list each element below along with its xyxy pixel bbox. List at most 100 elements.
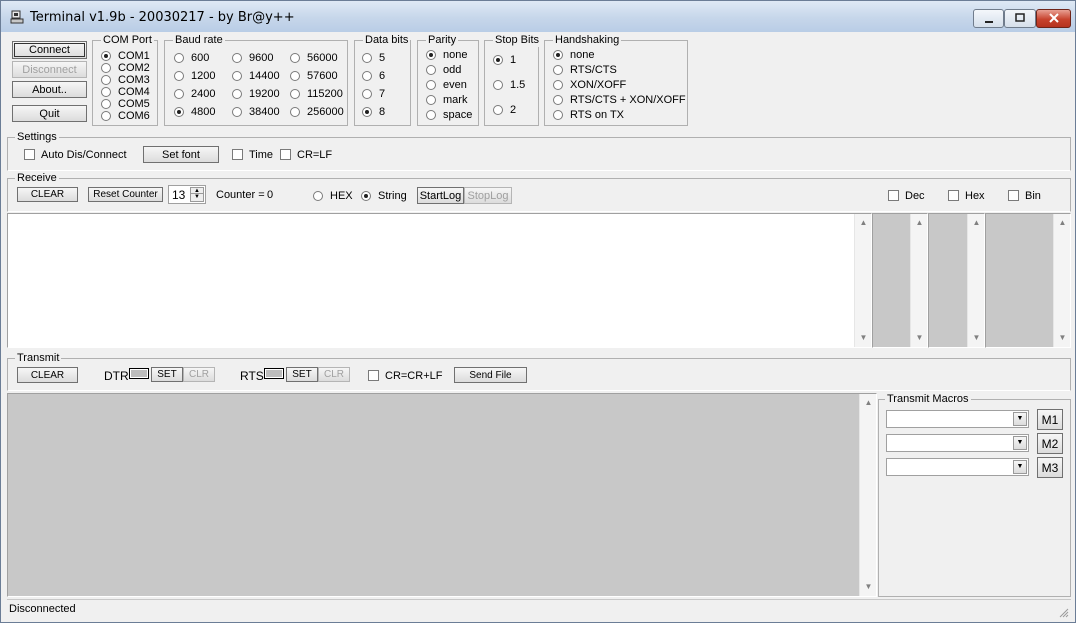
radio-baud-14400[interactable]: 14400	[232, 70, 280, 83]
macro-m3-button[interactable]: M3	[1037, 457, 1063, 478]
transmit-text-area[interactable]: ▲ ▼	[7, 393, 877, 597]
baud-rate-group: Baud rate 600 1200 2400 4800 9600 14400 …	[164, 34, 348, 126]
transmit-clear-button[interactable]: CLEAR	[17, 367, 78, 383]
radio-stopbits-1-5[interactable]: 1.5	[493, 79, 525, 92]
macro-1-combobox[interactable]: ▼	[886, 410, 1029, 428]
radio-stopbits-1[interactable]: 1	[493, 54, 516, 67]
receive-hex-area[interactable]: ▲ ▼	[928, 213, 985, 348]
dec-checkbox[interactable]: Dec	[888, 190, 925, 203]
radio-parity-odd[interactable]: odd	[426, 64, 461, 77]
bin-checkbox[interactable]: Bin	[1008, 190, 1041, 203]
scroll-down-icon[interactable]: ▼	[860, 581, 877, 593]
radio-databits-5[interactable]: 5	[362, 52, 385, 65]
radio-parity-none[interactable]: none	[426, 49, 467, 62]
receive-bin-area[interactable]: ▲ ▼	[985, 213, 1071, 348]
macro-3-combobox[interactable]: ▼	[886, 458, 1029, 476]
chevron-down-icon[interactable]: ▼	[1013, 436, 1027, 450]
radio-handshake-rts-on-tx[interactable]: RTS on TX	[553, 109, 624, 122]
rts-clr-button[interactable]: CLR	[318, 367, 350, 382]
macro-2-combobox[interactable]: ▼	[886, 434, 1029, 452]
dtr-set-button[interactable]: SET	[151, 367, 183, 382]
scroll-down-icon[interactable]: ▼	[968, 332, 985, 344]
radio-databits-6[interactable]: 6	[362, 70, 385, 83]
radio-baud-1200[interactable]: 1200	[174, 70, 215, 83]
auto-dis-connect-checkbox[interactable]: Auto Dis/Connect	[24, 149, 127, 162]
app-icon	[10, 10, 24, 24]
parity-group: Parity none odd even mark space	[417, 34, 479, 126]
macro-m2-button[interactable]: M2	[1037, 433, 1063, 454]
connect-button[interactable]: Connect	[12, 41, 87, 59]
radio-baud-9600[interactable]: 9600	[232, 52, 273, 65]
chevron-down-icon[interactable]: ▼	[1013, 460, 1027, 474]
scroll-up-icon[interactable]: ▲	[968, 217, 985, 229]
scroll-up-icon[interactable]: ▲	[860, 397, 877, 409]
resize-grip-icon[interactable]	[1057, 606, 1069, 618]
cr-lf-checkbox[interactable]: CR=LF	[280, 149, 332, 162]
radio-handshake-xon-xoff[interactable]: XON/XOFF	[553, 79, 626, 92]
about-button[interactable]: About..	[12, 81, 87, 98]
counter-spin-value: 13	[172, 188, 186, 202]
radio-baud-115200[interactable]: 115200	[290, 88, 343, 101]
cr-crlf-checkbox[interactable]: CR=CR+LF	[368, 370, 442, 383]
hex-checkbox[interactable]: Hex	[948, 190, 985, 203]
reset-counter-button[interactable]: Reset Counter	[88, 187, 163, 202]
radio-baud-2400[interactable]: 2400	[174, 88, 215, 101]
scroll-up-icon[interactable]: ▲	[855, 217, 872, 229]
maximize-icon	[1015, 13, 1025, 22]
transmit-legend: Transmit	[15, 352, 62, 364]
maximize-button[interactable]	[1004, 9, 1036, 28]
hex-scrollbar[interactable]: ▲ ▼	[967, 214, 984, 347]
title-bar[interactable]: Terminal v1.9b - 20030217 - by Br@y++	[1, 1, 1075, 32]
receive-clear-button[interactable]: CLEAR	[17, 187, 78, 202]
radio-parity-mark[interactable]: mark	[426, 94, 467, 107]
receive-dec-area[interactable]: ▲ ▼	[872, 213, 928, 348]
radio-baud-56000[interactable]: 56000	[290, 52, 338, 65]
stop-bits-legend: Stop Bits	[493, 34, 542, 47]
radio-hex-mode[interactable]: HEX	[313, 190, 353, 203]
radio-string-mode[interactable]: String	[361, 190, 407, 203]
start-log-button[interactable]: StartLog	[417, 187, 464, 204]
disconnect-button[interactable]: Disconnect	[12, 61, 87, 78]
scroll-up-icon[interactable]: ▲	[911, 217, 928, 229]
receive-scrollbar[interactable]: ▲ ▼	[854, 214, 871, 347]
radio-stopbits-2[interactable]: 2	[493, 104, 516, 117]
dtr-clr-button[interactable]: CLR	[183, 367, 215, 382]
scroll-up-icon[interactable]: ▲	[1054, 217, 1071, 229]
chevron-down-icon[interactable]: ▼	[1013, 412, 1027, 426]
macro-m1-button[interactable]: M1	[1037, 409, 1063, 430]
scroll-down-icon[interactable]: ▼	[1054, 332, 1071, 344]
radio-baud-38400[interactable]: 38400	[232, 106, 280, 119]
radio-baud-256000[interactable]: 256000	[290, 106, 344, 119]
radio-baud-19200[interactable]: 19200	[232, 88, 280, 101]
close-icon	[1048, 13, 1059, 23]
radio-baud-4800[interactable]: 4800	[174, 106, 215, 119]
counter-spinbox[interactable]: 13 ▲ ▼	[168, 185, 206, 204]
set-font-button[interactable]: Set font	[143, 146, 219, 163]
radio-databits-7[interactable]: 7	[362, 88, 385, 101]
spin-down-icon[interactable]: ▼	[190, 193, 204, 202]
radio-parity-space[interactable]: space	[426, 109, 472, 122]
dec-scrollbar[interactable]: ▲ ▼	[910, 214, 927, 347]
stop-log-button[interactable]: StopLog	[464, 187, 512, 204]
radio-handshake-none[interactable]: none	[553, 49, 594, 62]
scroll-down-icon[interactable]: ▼	[911, 332, 928, 344]
scroll-down-icon[interactable]: ▼	[855, 332, 872, 344]
radio-baud-600[interactable]: 600	[174, 52, 209, 65]
bin-scrollbar[interactable]: ▲ ▼	[1053, 214, 1070, 347]
dtr-label: DTR	[104, 369, 129, 383]
transmit-scrollbar[interactable]: ▲ ▼	[859, 394, 876, 596]
receive-text-area[interactable]: ▲ ▼	[7, 213, 872, 348]
rts-set-button[interactable]: SET	[286, 367, 318, 382]
counter-value: 0	[267, 189, 274, 201]
radio-databits-8[interactable]: 8	[362, 106, 385, 119]
quit-button[interactable]: Quit	[12, 105, 87, 122]
radio-com6[interactable]: COM6	[101, 110, 150, 123]
radio-parity-even[interactable]: even	[426, 79, 467, 92]
send-file-button[interactable]: Send File	[454, 367, 527, 383]
minimize-button[interactable]	[973, 9, 1004, 28]
close-button[interactable]	[1036, 9, 1071, 28]
radio-baud-57600[interactable]: 57600	[290, 70, 338, 83]
radio-handshake-rts-cts[interactable]: RTS/CTS	[553, 64, 617, 77]
time-checkbox[interactable]: Time	[232, 149, 273, 162]
radio-handshake-rts-cts-xon-xoff[interactable]: RTS/CTS + XON/XOFF	[553, 94, 686, 107]
